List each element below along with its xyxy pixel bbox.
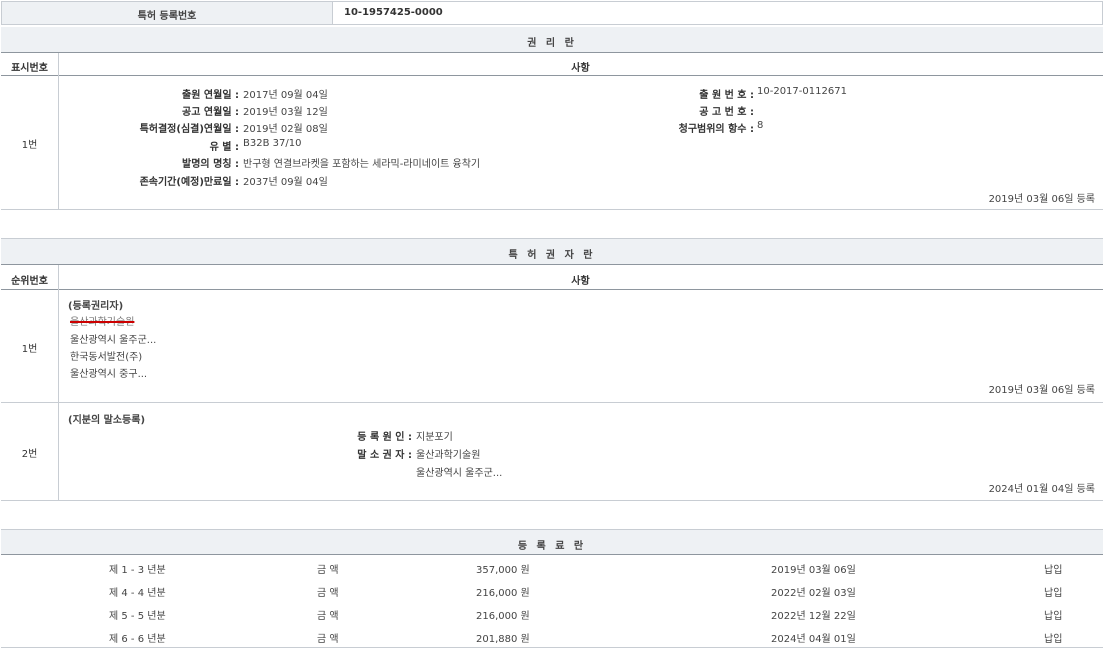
holder-heading: (지분의 말소등록) <box>68 411 145 426</box>
fee-amount: 201,880 원 <box>476 630 530 645</box>
patent-number-row: 특허 등록번호 10-1957425-0000 <box>1 1 1103 25</box>
rights-col-no: 표시번호 <box>1 59 58 74</box>
holder-struck-name: 울산과학기술원 <box>70 313 134 328</box>
fee-status: 납입 <box>1044 584 1062 599</box>
erased-holder-value: 울산과학기술원 <box>416 446 480 461</box>
field-value-invention-title: 반구형 연결브라켓을 포함하는 세라믹-라미네이트 융착기 <box>243 155 480 170</box>
fee-status: 납입 <box>1044 561 1062 576</box>
fee-row: 제 6 - 6 년분 금 액 201,880 원 2024년 04월 01일 납… <box>1 624 1103 647</box>
holder-name: 한국동서발전(주) <box>70 348 142 363</box>
fee-period: 제 4 - 4 년분 <box>109 584 166 599</box>
holder-row-no: 2번 <box>1 445 58 460</box>
field-label-claim-count: 청구범위의 항수 : <box>561 120 754 135</box>
field-value-expiry-date: 2037년 09월 04일 <box>243 173 328 188</box>
holder-row-no: 1번 <box>1 340 58 355</box>
holders-col-item: 사항 <box>58 272 1103 287</box>
field-label-classification: 유 별 : <box>61 138 239 153</box>
holder-row-2: 2번 (지분의 말소등록) 등 록 원 인 : 지분포기 말 소 권 자 : 울… <box>1 403 1103 500</box>
field-label-expiry-date: 존속기간(예정)만료일 : <box>61 173 239 188</box>
fees-section-title: 등 록 료 란 <box>1 537 1103 552</box>
patent-number-value: 10-1957425-0000 <box>344 7 443 18</box>
holders-column-header: 순위번호 사항 <box>1 265 1103 289</box>
holders-col-no: 순위번호 <box>1 272 58 287</box>
fee-row: 제 4 - 4 년분 금 액 216,000 원 2022년 02월 03일 납… <box>1 578 1103 601</box>
fee-period: 제 6 - 6 년분 <box>109 630 166 645</box>
fee-row: 제 5 - 5 년분 금 액 216,000 원 2022년 12월 22일 납… <box>1 601 1103 624</box>
holders-section-title: 특 허 권 자 란 <box>1 246 1103 261</box>
rights-col-item: 사항 <box>58 59 1103 74</box>
holder-heading: (등록권리자) <box>68 297 123 312</box>
fee-amount-label: 금 액 <box>317 561 339 576</box>
field-label-application-date: 출원 연월일 : <box>61 86 239 101</box>
holder-address: 울산광역시 중구... <box>70 365 147 380</box>
fee-period: 제 1 - 3 년분 <box>109 561 166 576</box>
holder-row-1: 1번 (등록권리자) 울산과학기술원 울산광역시 울주군... 한국동서발전(주… <box>1 290 1103 402</box>
field-label-application-number: 출 원 번 호 : <box>561 86 754 101</box>
fees-section-header: 등 록 료 란 <box>1 530 1103 554</box>
holder-registration-date: 2024년 01월 04일 등록 <box>989 480 1095 495</box>
erased-holder-label: 말 소 권 자 : <box>301 446 412 461</box>
rights-registration-date: 2019년 03월 06일 등록 <box>989 190 1095 205</box>
field-value-publication-date: 2019년 03월 12일 <box>243 103 328 118</box>
rights-column-header: 표시번호 사항 <box>1 53 1103 75</box>
rights-row-no: 1번 <box>1 136 58 151</box>
holder-registration-date: 2019년 03월 06일 등록 <box>989 381 1095 396</box>
field-value-claim-count: 8 <box>757 120 763 131</box>
field-label-publication-number: 공 고 번 호 : <box>561 103 754 118</box>
field-value-decision-date: 2019년 02월 08일 <box>243 120 328 135</box>
reason-value: 지분포기 <box>416 428 453 443</box>
fee-paid-date: 2019년 03월 06일 <box>771 561 856 576</box>
holders-section-header: 특 허 권 자 란 <box>1 239 1103 264</box>
fee-paid-date: 2022년 02월 03일 <box>771 584 856 599</box>
erased-holder-address: 울산광역시 울주군... <box>416 464 502 479</box>
fee-row: 제 1 - 3 년분 금 액 357,000 원 2019년 03월 06일 납… <box>1 555 1103 578</box>
fee-amount: 216,000 원 <box>476 584 530 599</box>
fee-amount: 216,000 원 <box>476 607 530 622</box>
fees-table: 제 1 - 3 년분 금 액 357,000 원 2019년 03월 06일 납… <box>1 555 1103 647</box>
field-value-classification: B32B 37/10 <box>243 138 301 149</box>
fee-paid-date: 2022년 12월 22일 <box>771 607 856 622</box>
field-value-application-number: 10-2017-0112671 <box>757 86 847 97</box>
rights-section-header: 권 리 란 <box>1 27 1103 52</box>
field-label-publication-date: 공고 연월일 : <box>61 103 239 118</box>
fee-amount-label: 금 액 <box>317 584 339 599</box>
fee-amount-label: 금 액 <box>317 630 339 645</box>
field-value-application-date: 2017년 09월 04일 <box>243 86 328 101</box>
patent-number-label-cell: 특허 등록번호 <box>2 2 332 24</box>
fee-status: 납입 <box>1044 630 1062 645</box>
rights-section-title: 권 리 란 <box>1 34 1103 49</box>
holder-address: 울산광역시 울주군... <box>70 331 156 346</box>
field-label-decision-date: 특허결정(심결)연월일 : <box>61 120 239 135</box>
rights-row: 1번 출원 연월일 : 2017년 09월 04일 공고 연월일 : 2019년… <box>1 76 1103 209</box>
fee-paid-date: 2024년 04월 01일 <box>771 630 856 645</box>
reason-label: 등 록 원 인 : <box>301 428 412 443</box>
patent-number-label: 특허 등록번호 <box>2 7 332 22</box>
fee-period: 제 5 - 5 년분 <box>109 607 166 622</box>
fee-status: 납입 <box>1044 607 1062 622</box>
fee-amount: 357,000 원 <box>476 561 530 576</box>
field-label-invention-title: 발명의 명칭 : <box>61 155 239 170</box>
fee-amount-label: 금 액 <box>317 607 339 622</box>
